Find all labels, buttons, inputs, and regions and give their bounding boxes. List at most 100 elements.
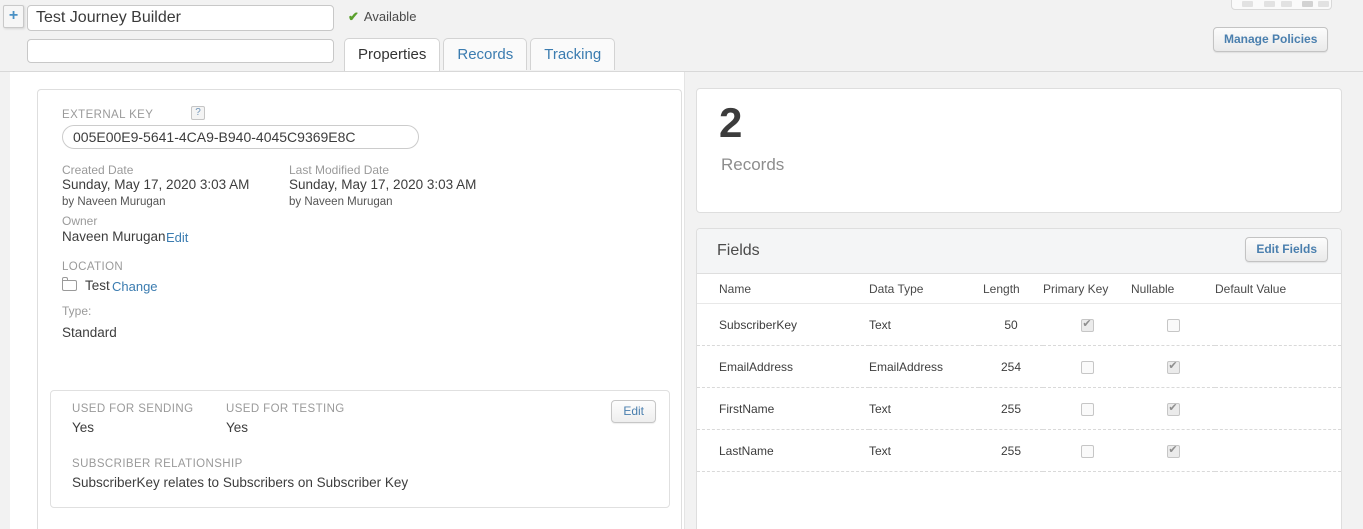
cell-default-value [1215, 429, 1341, 472]
data-extension-description-input[interactable] [27, 39, 334, 63]
owner-label: Owner [62, 214, 98, 228]
plus-icon: + [8, 7, 19, 24]
primary-key-checkbox[interactable] [1080, 402, 1094, 416]
external-key-label: EXTERNAL KEY [62, 109, 154, 121]
add-button[interactable]: + [3, 5, 24, 28]
cell-nullable [1131, 387, 1215, 430]
manage-policies-button[interactable]: Manage Policies [1213, 27, 1329, 52]
cell-field-name: SubscriberKey [697, 303, 869, 346]
fields-panel: Fields Edit Fields Name Data Type Length… [696, 228, 1342, 529]
location-label: LOCATION [62, 261, 124, 273]
toolbar-icon-4 [1302, 1, 1313, 7]
column-header-primary-key: Primary Key [1043, 274, 1131, 304]
left-column: EXTERNAL KEY ? Created Date Sunday, May … [10, 72, 685, 529]
cell-field-name: LastName [697, 429, 869, 472]
fields-panel-header: Fields Edit Fields [697, 229, 1341, 274]
cell-primary-key [1043, 345, 1131, 388]
used-for-sending-label: USED FOR SENDING [72, 403, 194, 415]
fields-title: Fields [717, 242, 760, 259]
tab-bar: Properties Records Tracking [344, 38, 618, 71]
owner-value: Naveen Murugan [62, 229, 166, 244]
created-by-value: by Naveen Murugan [62, 196, 166, 208]
records-panel: 2 Records [696, 88, 1342, 213]
primary-key-checkbox[interactable] [1080, 317, 1094, 332]
page-content: EXTERNAL KEY ? Created Date Sunday, May … [0, 72, 1363, 529]
column-header-name: Name [697, 274, 869, 304]
toolbar-icon-2 [1264, 1, 1275, 7]
cell-data-type: Text [869, 387, 979, 430]
cell-field-name: FirstName [697, 387, 869, 430]
subscriber-relationship-value: SubscriberKey relates to Subscribers on … [72, 475, 409, 490]
column-header-default-value: Default Value [1215, 274, 1341, 304]
column-header-length: Length [979, 274, 1043, 304]
records-caption: Records [721, 155, 785, 174]
column-header-data-type: Data Type [869, 274, 979, 304]
tab-properties[interactable]: Properties [344, 38, 441, 71]
folder-icon [62, 277, 77, 291]
check-icon: ✔ [348, 9, 359, 24]
sending-panel: USED FOR SENDING Yes USED FOR TESTING Ye… [50, 390, 670, 508]
nullable-checkbox[interactable] [1166, 401, 1180, 416]
tab-tracking[interactable]: Tracking [530, 38, 616, 70]
cell-default-value [1215, 387, 1341, 430]
type-value: Standard [62, 325, 117, 340]
help-icon[interactable]: ? [191, 106, 205, 120]
table-row[interactable]: FirstName Text 255 [697, 387, 1341, 430]
properties-panel: EXTERNAL KEY ? Created Date Sunday, May … [37, 89, 682, 529]
cell-nullable [1131, 429, 1215, 472]
table-header-row: Name Data Type Length Primary Key Nullab… [697, 274, 1341, 304]
cell-primary-key [1043, 303, 1131, 346]
cell-data-type: Text [869, 429, 979, 472]
type-label: Type: [62, 304, 92, 318]
cell-primary-key [1043, 387, 1131, 430]
data-extension-name-input[interactable] [27, 5, 334, 31]
created-date-value: Sunday, May 17, 2020 3:03 AM [62, 177, 250, 192]
nullable-checkbox[interactable] [1166, 443, 1180, 458]
cell-length: 50 [979, 303, 1043, 346]
cell-data-type: EmailAddress [869, 345, 979, 388]
external-key-input[interactable] [62, 125, 419, 149]
column-header-nullable: Nullable [1131, 274, 1215, 304]
primary-key-checkbox[interactable] [1080, 360, 1094, 374]
cell-nullable [1131, 345, 1215, 388]
nullable-checkbox[interactable] [1166, 318, 1180, 332]
last-modified-by-value: by Naveen Murugan [289, 196, 393, 208]
right-column: 2 Records Fields Edit Fields Name Data T… [685, 72, 1363, 529]
top-toolbar[interactable] [1231, 0, 1332, 10]
last-modified-date-value: Sunday, May 17, 2020 3:03 AM [289, 177, 477, 192]
cell-default-value [1215, 345, 1341, 388]
tab-records[interactable]: Records [443, 38, 528, 70]
location-value: Test [85, 278, 110, 293]
cell-data-type: Text [869, 303, 979, 346]
used-for-sending-value: Yes [72, 420, 95, 435]
cell-length: 254 [979, 345, 1043, 388]
last-modified-date-label: Last Modified Date [289, 163, 390, 177]
toolbar-icon-1 [1242, 1, 1253, 7]
subscriber-relationship-label: SUBSCRIBER RELATIONSHIP [72, 458, 243, 470]
cell-default-value [1215, 303, 1341, 346]
sending-edit-button[interactable]: Edit [611, 400, 656, 423]
owner-edit-link[interactable]: Edit [166, 230, 188, 245]
cell-primary-key [1043, 429, 1131, 472]
toolbar-icon-3 [1281, 1, 1292, 7]
nullable-checkbox[interactable] [1166, 359, 1180, 374]
used-for-testing-value: Yes [226, 420, 249, 435]
used-for-testing-label: USED FOR TESTING [226, 403, 345, 415]
page-header: + ✔ Available Properties Records Tracking… [0, 0, 1363, 72]
cell-nullable [1131, 303, 1215, 346]
edit-fields-button[interactable]: Edit Fields [1245, 237, 1328, 262]
location-change-link[interactable]: Change [112, 279, 158, 294]
cell-length: 255 [979, 387, 1043, 430]
created-date-label: Created Date [62, 163, 134, 177]
cell-length: 255 [979, 429, 1043, 472]
records-count: 2 [719, 99, 743, 146]
table-row[interactable]: EmailAddress EmailAddress 254 [697, 345, 1341, 388]
cell-field-name: EmailAddress [697, 345, 869, 388]
toolbar-icon-5 [1318, 1, 1329, 7]
status-label: Available [363, 9, 417, 24]
status-badge: ✔ Available [348, 9, 416, 25]
table-row[interactable]: LastName Text 255 [697, 429, 1341, 472]
fields-table: Name Data Type Length Primary Key Nullab… [697, 274, 1341, 472]
table-row[interactable]: SubscriberKey Text 50 [697, 303, 1341, 346]
primary-key-checkbox[interactable] [1080, 444, 1094, 458]
